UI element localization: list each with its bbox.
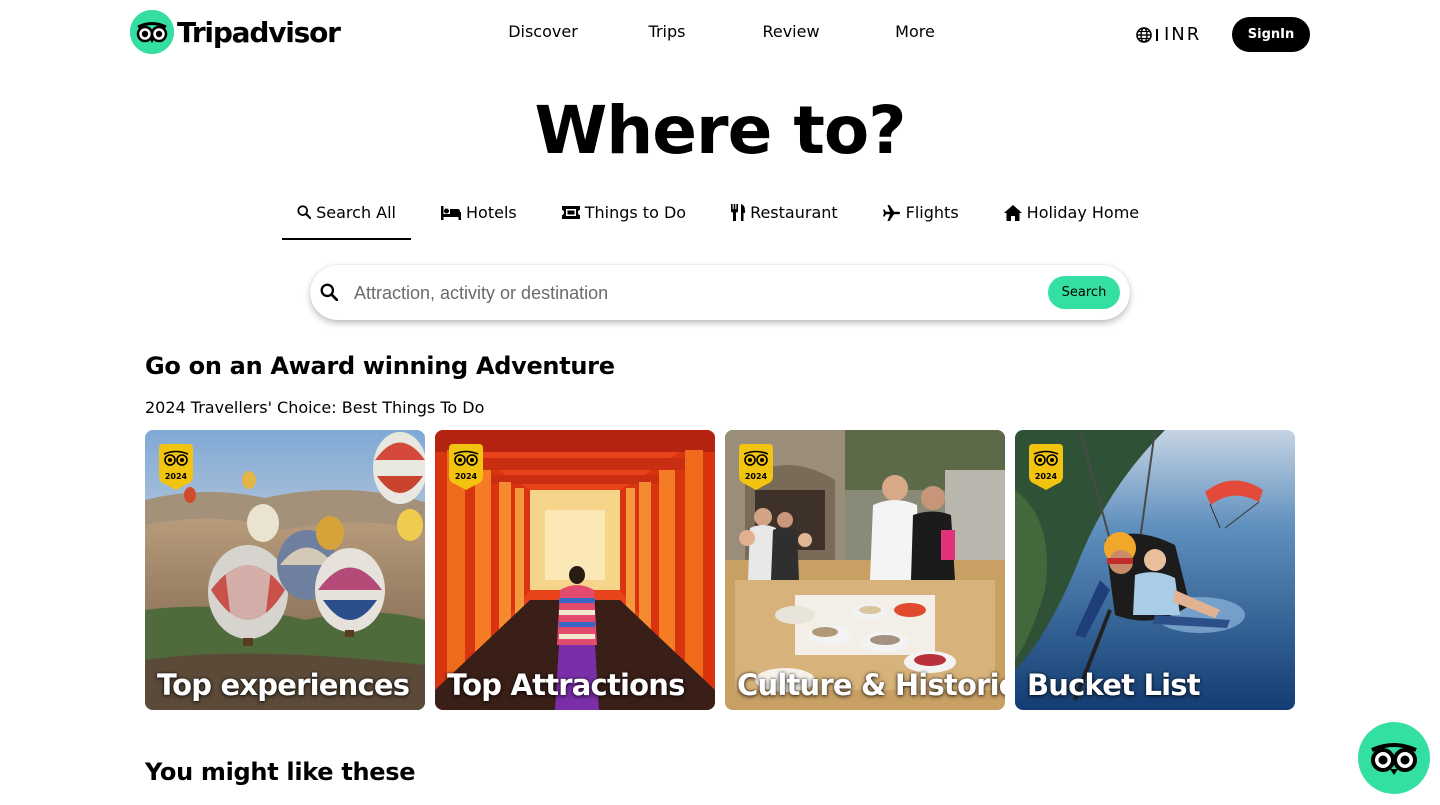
bed-icon [441,205,461,220]
owl-logo-icon [130,10,174,54]
currency-divider [1156,28,1158,41]
badge-year: 2024 [1035,472,1058,481]
card-culture-historic[interactable]: 2024 Culture & Historic [725,430,1005,710]
nav-discover[interactable]: Discover [490,22,596,41]
tab-label: Holiday Home [1026,203,1140,222]
home-icon [1003,204,1022,221]
logo-text: Tripadvisor [177,15,341,49]
award-badge-icon: 2024 [159,444,193,490]
ticket-icon [561,206,580,219]
award-badge-icon: 2024 [449,444,483,490]
awards-section-title: Go on an Award winning Adventure [145,352,615,380]
currency-selector[interactable]: INR [1136,24,1201,45]
tripadvisor-logo[interactable]: Tripadvisor [130,10,341,54]
nav-more[interactable]: More [844,22,986,41]
tab-hotels[interactable]: Hotels [426,196,532,229]
tab-search-all[interactable]: Search All [282,196,411,240]
tab-label: Hotels [466,203,517,222]
currency-label: INR [1164,24,1202,45]
award-cards: 2024 Top experiences 2024 Top Attraction… [145,430,1305,710]
recommendations-section-title: You might like these [145,758,416,786]
card-bucket-list[interactable]: 2024 Bucket List [1015,430,1295,710]
tab-restaurant[interactable]: Restaurant [716,196,853,229]
awards-section-subtitle: 2024 Travellers' Choice: Best Things To … [145,398,485,417]
search-tabs: Search All Hotels Things to Do Restauran… [282,196,1154,240]
site-header: Tripadvisor Discover Trips Review More I… [0,0,1440,68]
signin-button[interactable]: SignIn [1232,17,1310,52]
nav-trips[interactable]: Trips [596,22,738,41]
card-top-attractions[interactable]: 2024 Top Attractions [435,430,715,710]
tab-holiday-home[interactable]: Holiday Home [989,196,1154,229]
badge-year: 2024 [165,472,188,481]
nav-review[interactable]: Review [738,22,844,41]
card-label: Top experiences [157,668,410,702]
tab-label: Flights [905,203,959,222]
globe-icon [1136,26,1152,43]
badge-year: 2024 [745,472,768,481]
plane-icon [882,204,900,221]
tab-label: Things to Do [584,203,687,222]
badge-year: 2024 [455,472,478,481]
main-nav: Discover Trips Review More [490,22,986,41]
utensils-icon [731,204,746,221]
card-top-experiences[interactable]: 2024 Top experiences [145,430,425,710]
search-bar: Search [310,265,1130,320]
tab-flights[interactable]: Flights [868,196,974,229]
search-button[interactable]: Search [1048,276,1120,309]
card-label: Bucket List [1027,668,1201,702]
owl-chat-button[interactable] [1358,722,1430,794]
page-title: Where to? [534,92,906,169]
tab-label: Search All [316,202,396,222]
award-badge-icon: 2024 [739,444,773,490]
owl-icon [1371,743,1417,775]
search-icon [320,283,339,305]
card-label: Top Attractions [447,668,685,702]
tab-label: Restaurant [750,203,838,222]
card-label: Culture & Historic [737,668,1005,702]
search-icon [297,205,312,220]
award-badge-icon: 2024 [1029,444,1063,490]
search-input[interactable] [354,279,1034,307]
tab-things-to-do[interactable]: Things to Do [547,196,701,229]
